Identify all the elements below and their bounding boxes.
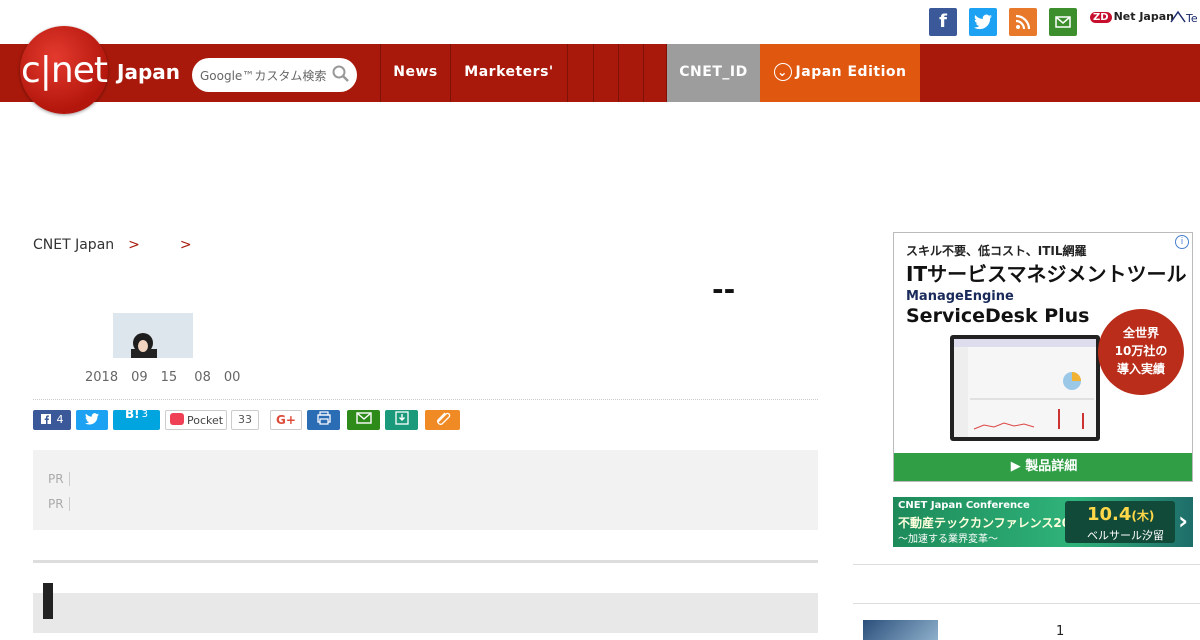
conference-subtitle: 〜加速する業界変革〜 (898, 534, 998, 545)
clip-button[interactable] (425, 410, 460, 430)
zdnet-logo: ZD (1090, 12, 1112, 23)
article-title: -- DM (208, 273, 983, 306)
ad-banner-conference[interactable]: CNET Japan Conference 不動産テックカンファレンス2018 … (893, 497, 1193, 547)
paperclip-icon (436, 412, 450, 425)
email-share-button[interactable] (347, 410, 380, 430)
pr-text[interactable] (75, 496, 537, 512)
sidebar-item-thumbnail[interactable] (863, 620, 938, 640)
search-box[interactable]: Google™カスタム検索 (192, 58, 357, 92)
ad-badge: 全世界 10万社の 導入実績 (1098, 309, 1184, 395)
ad-monitor-image (950, 335, 1100, 441)
ad-headline: ITサービスマネジメントツール (906, 262, 1187, 286)
hatena-bookmark-button[interactable]: B! 3 (113, 407, 160, 430)
ad-product: ServiceDesk Plus (906, 305, 1090, 327)
edition-name: Japan (117, 60, 180, 84)
pocket-icon (170, 413, 184, 425)
print-icon (316, 411, 331, 425)
facebook-share-count: 4 (56, 413, 64, 426)
social-bar: f ZD Net Japan Te (0, 0, 1200, 44)
mail-icon (355, 412, 372, 424)
japan-edition-button[interactable]: ⌄ Japan Edition (760, 44, 920, 102)
divider (33, 399, 818, 400)
nav-item-5[interactable] (618, 44, 643, 102)
pocket-count: 33 (231, 410, 259, 430)
pocket-button[interactable]: Pocket (165, 410, 227, 430)
print-button[interactable] (307, 410, 340, 430)
ad-info-icon[interactable]: i (1175, 235, 1189, 249)
breadcrumb-section[interactable] (148, 237, 176, 253)
pr-text[interactable] (75, 471, 607, 487)
conference-date-box: 10.4(木) ベルサール汐留 (1065, 501, 1175, 543)
conference-weekday: (木) (1131, 509, 1155, 523)
ad-badge-line: 全世界 (1122, 326, 1159, 340)
rss-icon[interactable] (1009, 8, 1037, 36)
twitter-share-button[interactable] (76, 410, 108, 430)
hatena-count: 3 (141, 409, 148, 420)
author-photo (113, 313, 193, 358)
article-lead-box (33, 583, 818, 633)
chevron-right-icon: › (1178, 507, 1188, 535)
ad-cta-button[interactable]: ▶ 製品詳細 (894, 453, 1192, 481)
twitter-icon[interactable] (969, 8, 997, 36)
facebook-icon[interactable]: f (929, 8, 957, 36)
article-dateline: 2018 09 15 08 00 (33, 370, 254, 385)
ad-badge-line: 10万社の (1114, 344, 1168, 358)
conference-date: 10.4(木) (1087, 504, 1154, 525)
techrepublic-link[interactable]: Te (1170, 10, 1198, 25)
sidebar-section-header (853, 564, 1200, 604)
conference-title: 不動産テックカンファレンス2018 (898, 516, 1087, 530)
sidebar-section-title (863, 574, 927, 598)
pr-link[interactable]: PR (48, 493, 537, 513)
nav-item-4[interactable] (593, 44, 618, 102)
save-button[interactable] (385, 410, 418, 430)
ad-tagline: スキル不要、低コスト、ITIL網羅 (906, 244, 1087, 258)
ad-brand: ManageEngine (906, 289, 1014, 304)
cnet-id-button[interactable]: CNET_ID (667, 44, 760, 102)
techrepublic-label: Te (1186, 12, 1198, 25)
hatena-icon: B! (125, 407, 140, 421)
nav-news[interactable]: News (380, 44, 450, 102)
ad-badge-line: 導入実績 (1116, 362, 1165, 376)
google-plus-button[interactable]: G+ (270, 410, 302, 430)
chevron-down-icon: ⌄ (773, 63, 792, 81)
article-lead-text (43, 611, 449, 631)
cnet-logo[interactable]: c|net (20, 26, 108, 114)
pr-link[interactable]: PR (48, 468, 607, 488)
nav-divider (643, 44, 667, 102)
conference-event: CNET Japan Conference (898, 500, 1030, 511)
nav-item-3[interactable] (567, 44, 593, 102)
mail-icon[interactable] (1049, 8, 1077, 36)
japan-edition-label: Japan Edition (795, 64, 907, 80)
pr-tag: PR (48, 497, 70, 511)
breadcrumb-current (200, 237, 480, 253)
breadcrumb: CNET Japan > > (33, 234, 480, 254)
conference-venue: ベルサール汐留 (1087, 529, 1164, 542)
search-input[interactable]: Google™カスタム検索 (200, 67, 326, 84)
pr-tag: PR (48, 472, 70, 486)
breadcrumb-home[interactable]: CNET Japan (33, 237, 114, 253)
zdnet-label: Net Japan (1113, 10, 1174, 23)
ad-banner-servicedesk[interactable]: i スキル不要、低コスト、ITIL網羅 ITサービスマネジメントツール Mana… (893, 232, 1193, 482)
logo-text: c|net (20, 50, 108, 91)
facebook-share-button[interactable]: 4 (33, 410, 71, 430)
conference-date-value: 10.4 (1087, 504, 1132, 525)
breadcrumb-separator: > (179, 237, 192, 253)
search-icon[interactable] (331, 64, 351, 84)
breadcrumb-separator: > (128, 237, 140, 253)
section-divider (33, 560, 818, 563)
pocket-label: Pocket (187, 414, 224, 427)
pr-box: PR PR (33, 450, 818, 530)
nav-marketers[interactable]: Marketers' (450, 44, 567, 102)
zdnet-link[interactable]: ZD Net Japan (1090, 10, 1174, 23)
download-icon (394, 411, 409, 425)
